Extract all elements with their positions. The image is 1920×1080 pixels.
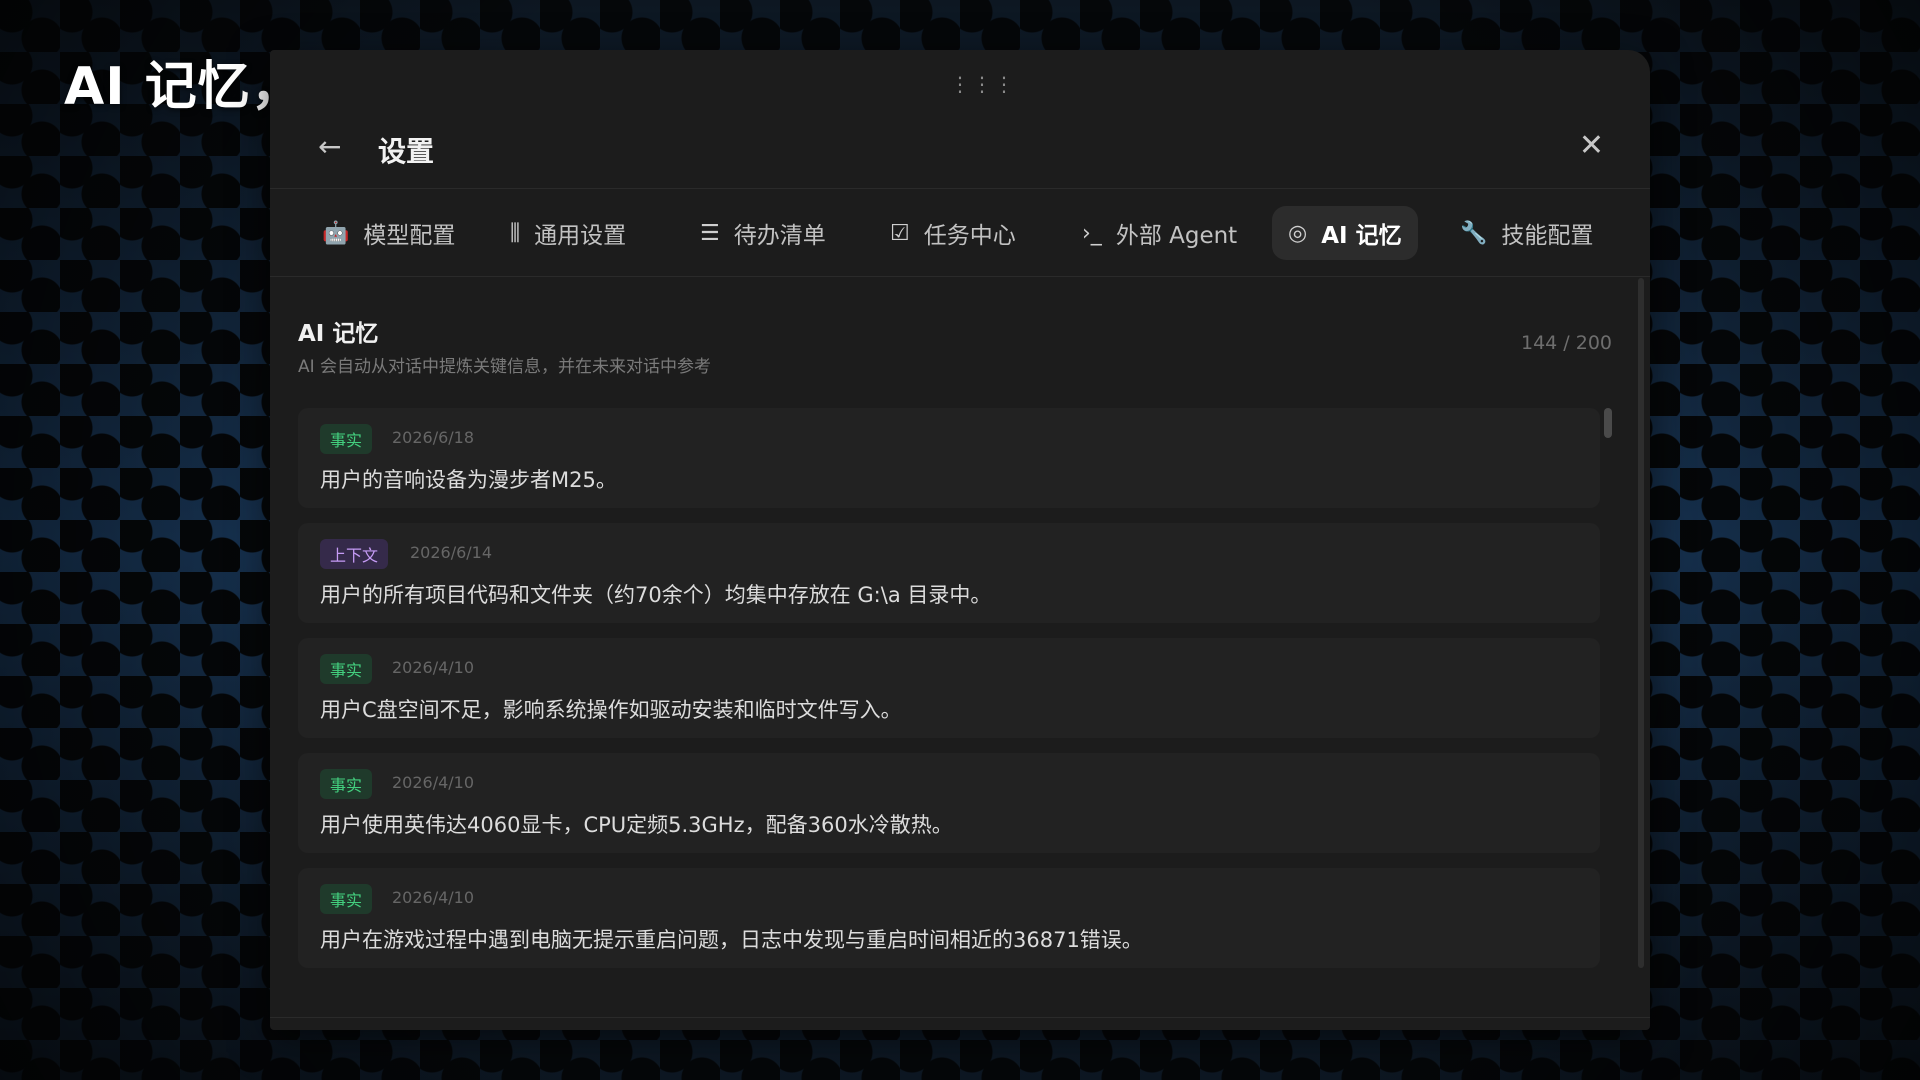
wrench-icon: 🔧 <box>1460 220 1488 246</box>
memory-text: 用户使用英伟达4060显卡，CPU定频5.3GHz，配备360水冷散热。 <box>320 813 953 837</box>
footer-divider <box>270 1017 1650 1018</box>
memory-card[interactable]: 事实 2026/4/10 用户C盘空间不足，影响系统操作如驱动安装和临时文件写入… <box>298 638 1600 738</box>
tab-ai-memory[interactable]: ◎ AI 记忆 <box>1272 206 1418 260</box>
memory-text: 用户在游戏过程中遇到电脑无提示重启问题，日志中发现与重启时间相近的36871错误… <box>320 928 1143 952</box>
todo-list-icon: ☰ <box>700 220 720 246</box>
tab-external-agent[interactable]: ›_ 外部 Agent <box>1066 206 1253 260</box>
settings-header: ← 设置 ✕ <box>270 50 1650 189</box>
memory-card[interactable]: 事实 2026/4/10 用户在游戏过程中遇到电脑无提示重启问题，日志中发现与重… <box>298 868 1600 968</box>
back-arrow-icon[interactable]: ← <box>318 130 341 163</box>
category-badge: 事实 <box>320 769 373 799</box>
settings-window: ⋮⋮⋮ ← 设置 ✕ 🤖 模型配置 ⫼ 通用设置 ☰ 待办清单 ☑ 任务中心 ›… <box>270 50 1650 1030</box>
category-badge: 事实 <box>320 654 373 684</box>
robot-icon: 🤖 <box>322 220 350 246</box>
tab-general-settings[interactable]: ⫼ 通用设置 <box>494 206 642 260</box>
memory-list[interactable]: 事实 2026/6/18 用户的音响设备为漫步者M25。 上下文 2026/6/… <box>298 408 1600 1008</box>
checklist-icon: ☑ <box>890 220 910 246</box>
settings-tabs: 🤖 模型配置 ⫼ 通用设置 ☰ 待办清单 ☑ 任务中心 ›_ 外部 Agent … <box>270 188 1650 277</box>
category-badge: 上下文 <box>320 539 389 569</box>
category-badge: 事实 <box>320 424 373 454</box>
tab-skill-config[interactable]: 🔧 技能配置 <box>1444 206 1609 260</box>
memory-date: 2026/6/18 <box>392 428 475 447</box>
memory-text: 用户的所有项目代码和文件夹（约70余个）均集中存放在 G:\a 目录中。 <box>320 583 992 607</box>
brain-icon: ◎ <box>1288 220 1308 246</box>
memory-text: 用户C盘空间不足，影响系统操作如驱动安装和临时文件写入。 <box>320 698 902 722</box>
sliders-icon: ⫼ <box>510 220 521 246</box>
tab-label: 技能配置 <box>1501 223 1594 249</box>
memory-card[interactable]: 上下文 2026/6/14 用户的所有项目代码和文件夹（约70余个）均集中存放在… <box>298 523 1600 623</box>
page-title: 设置 <box>378 135 435 168</box>
tab-todo-list[interactable]: ☰ 待办清单 <box>684 206 842 260</box>
list-scrollbar-thumb[interactable] <box>1604 408 1612 438</box>
tab-label: AI 记忆 <box>1321 223 1402 249</box>
tab-label: 任务中心 <box>923 223 1016 249</box>
memory-card[interactable]: 事实 2026/4/10 用户使用英伟达4060显卡，CPU定频5.3GHz，配… <box>298 753 1600 853</box>
memory-date: 2026/6/14 <box>410 543 493 562</box>
tab-label: 通用设置 <box>534 223 627 249</box>
category-badge: 事实 <box>320 884 373 914</box>
memory-count: 144 / 200 <box>1520 332 1612 354</box>
memory-date: 2026/4/10 <box>392 658 475 677</box>
tab-label: 模型配置 <box>363 223 456 249</box>
terminal-icon: ›_ <box>1082 220 1102 246</box>
section-description: AI 会自动从对话中提炼关键信息，并在未来对话中参考 <box>298 357 712 377</box>
memory-content: AI 记忆 AI 会自动从对话中提炼关键信息，并在未来对话中参考 144 / 2… <box>270 278 1650 1030</box>
section-title: AI 记忆 <box>298 321 379 347</box>
tab-label: 待办清单 <box>733 223 826 249</box>
tab-label: 外部 Agent <box>1115 223 1238 249</box>
panel-scrollbar[interactable] <box>1638 278 1644 968</box>
tab-model-config[interactable]: 🤖 模型配置 <box>306 206 471 260</box>
memory-text: 用户的音响设备为漫步者M25。 <box>320 468 617 492</box>
tab-task-center[interactable]: ☑ 任务中心 <box>874 206 1032 260</box>
close-icon[interactable]: ✕ <box>1579 128 1604 163</box>
memory-card[interactable]: 事实 2026/6/18 用户的音响设备为漫步者M25。 <box>298 408 1600 508</box>
memory-date: 2026/4/10 <box>392 773 475 792</box>
memory-date: 2026/4/10 <box>392 888 475 907</box>
